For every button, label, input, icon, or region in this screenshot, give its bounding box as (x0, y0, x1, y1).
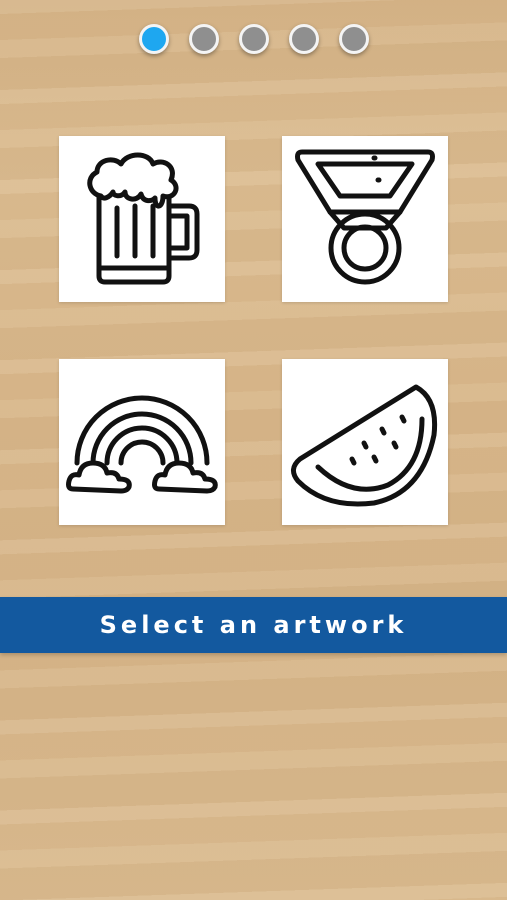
artwork-tile-beer[interactable] (59, 136, 225, 302)
page-dot-2[interactable] (188, 24, 219, 54)
artwork-tile-rainbow[interactable] (59, 359, 225, 525)
beer-mug-icon (87, 152, 200, 285)
page-dot-4[interactable] (288, 24, 319, 54)
artwork-tile-watermelon[interactable] (282, 359, 448, 525)
banner-label: Select an artwork (99, 611, 408, 639)
rainbow-icon (66, 395, 218, 494)
page-indicator (0, 24, 507, 60)
page-dot-5[interactable] (338, 24, 369, 54)
artwork-tile-medal[interactable] (282, 136, 448, 302)
select-artwork-banner: Select an artwork (0, 597, 507, 653)
medal-icon (295, 149, 435, 285)
page-dot-1[interactable] (138, 24, 169, 54)
page-dot-3[interactable] (238, 24, 269, 54)
watermelon-slice-icon (291, 384, 438, 507)
